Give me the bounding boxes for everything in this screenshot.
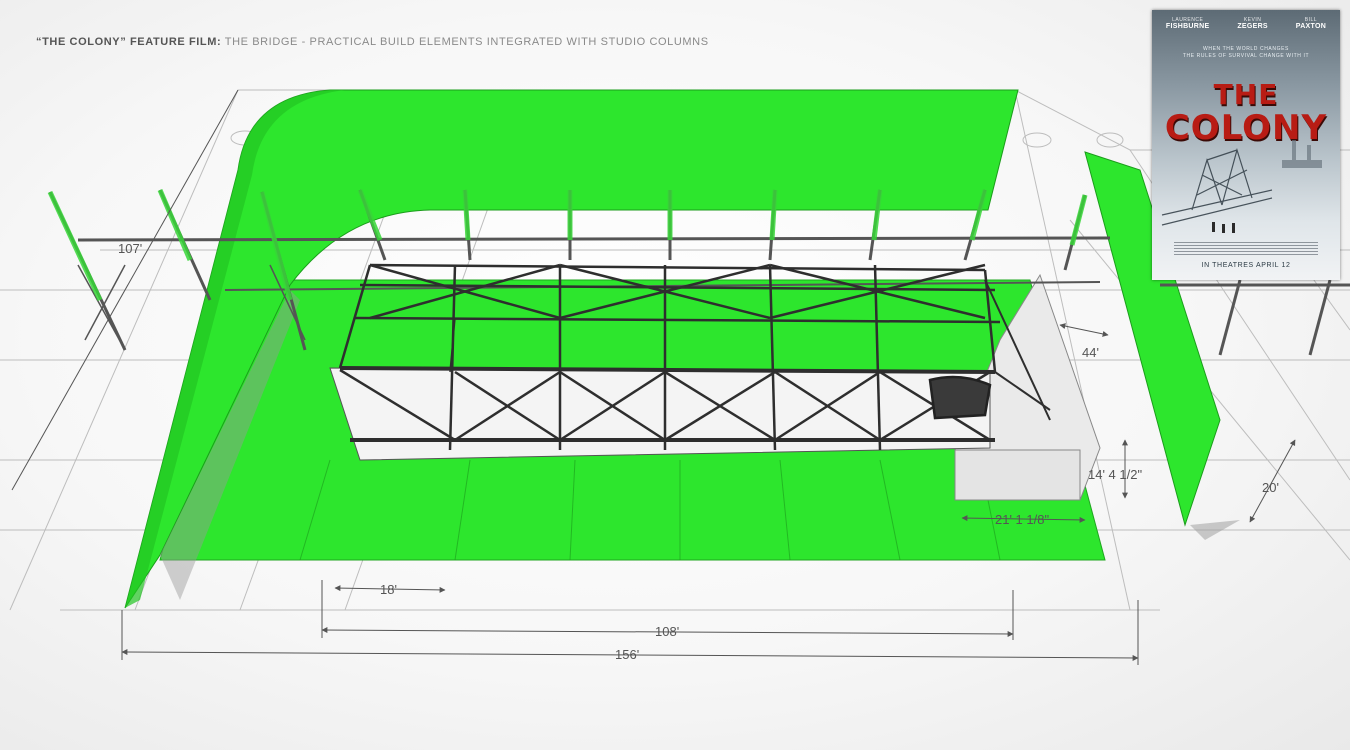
dim-21-1-1-8: 21' 1 1/8" [995,512,1049,527]
dim-14-4-half: 14' 4 1/2" [1088,467,1142,482]
actor-first-name: KEVIN [1243,17,1262,23]
actor-last-name: ZEGERS [1237,23,1268,30]
dim-18: 18' [380,582,397,597]
dim-156: 156' [615,647,639,662]
actor-first-name: BILL [1304,17,1318,23]
poster-title: THE COLONY [1152,78,1340,148]
bridge-diagram: 107' 44' 14' 4 1/2" 21' 1 1/8" 20' 18' 1… [0,89,1350,665]
stage: “THE COLONY” FEATURE FILM: THE BRIDGE - … [0,0,1350,750]
movie-poster: LAURENCE FISHBURNE KEVIN ZEGERS BILL PAXTON… [1152,10,1340,280]
dim-20: 20' [1262,480,1279,495]
dim-107: 107' [118,241,142,256]
dim-108: 108' [655,624,679,639]
tagline-line: THE RULES OF SURVIVAL CHANGE WITH IT [1182,53,1310,59]
poster-actor: LAURENCE FISHBURNE [1166,17,1210,30]
dim-44: 44' [1082,345,1099,360]
poster-title-line: COLONY [1164,108,1328,148]
poster-actors: LAURENCE FISHBURNE KEVIN ZEGERS BILL PAXTON [1152,17,1340,30]
poster-actor: KEVIN ZEGERS [1237,17,1268,30]
poster-actor: BILL PAXTON [1296,17,1326,30]
poster-credits [1174,242,1318,256]
tagline-line: WHEN THE WORLD CHANGES [1203,46,1289,52]
actor-first-name: LAURENCE [1172,17,1204,23]
poster-release-date: IN THEATRES APRIL 12 [1201,262,1291,269]
poster-title-line: THE [1213,78,1279,111]
actor-last-name: FISHBURNE [1165,23,1210,30]
poster-tagline: WHEN THE WORLD CHANGES THE RULES OF SURVI… [1152,46,1340,60]
actor-last-name: PAXTON [1295,23,1327,30]
